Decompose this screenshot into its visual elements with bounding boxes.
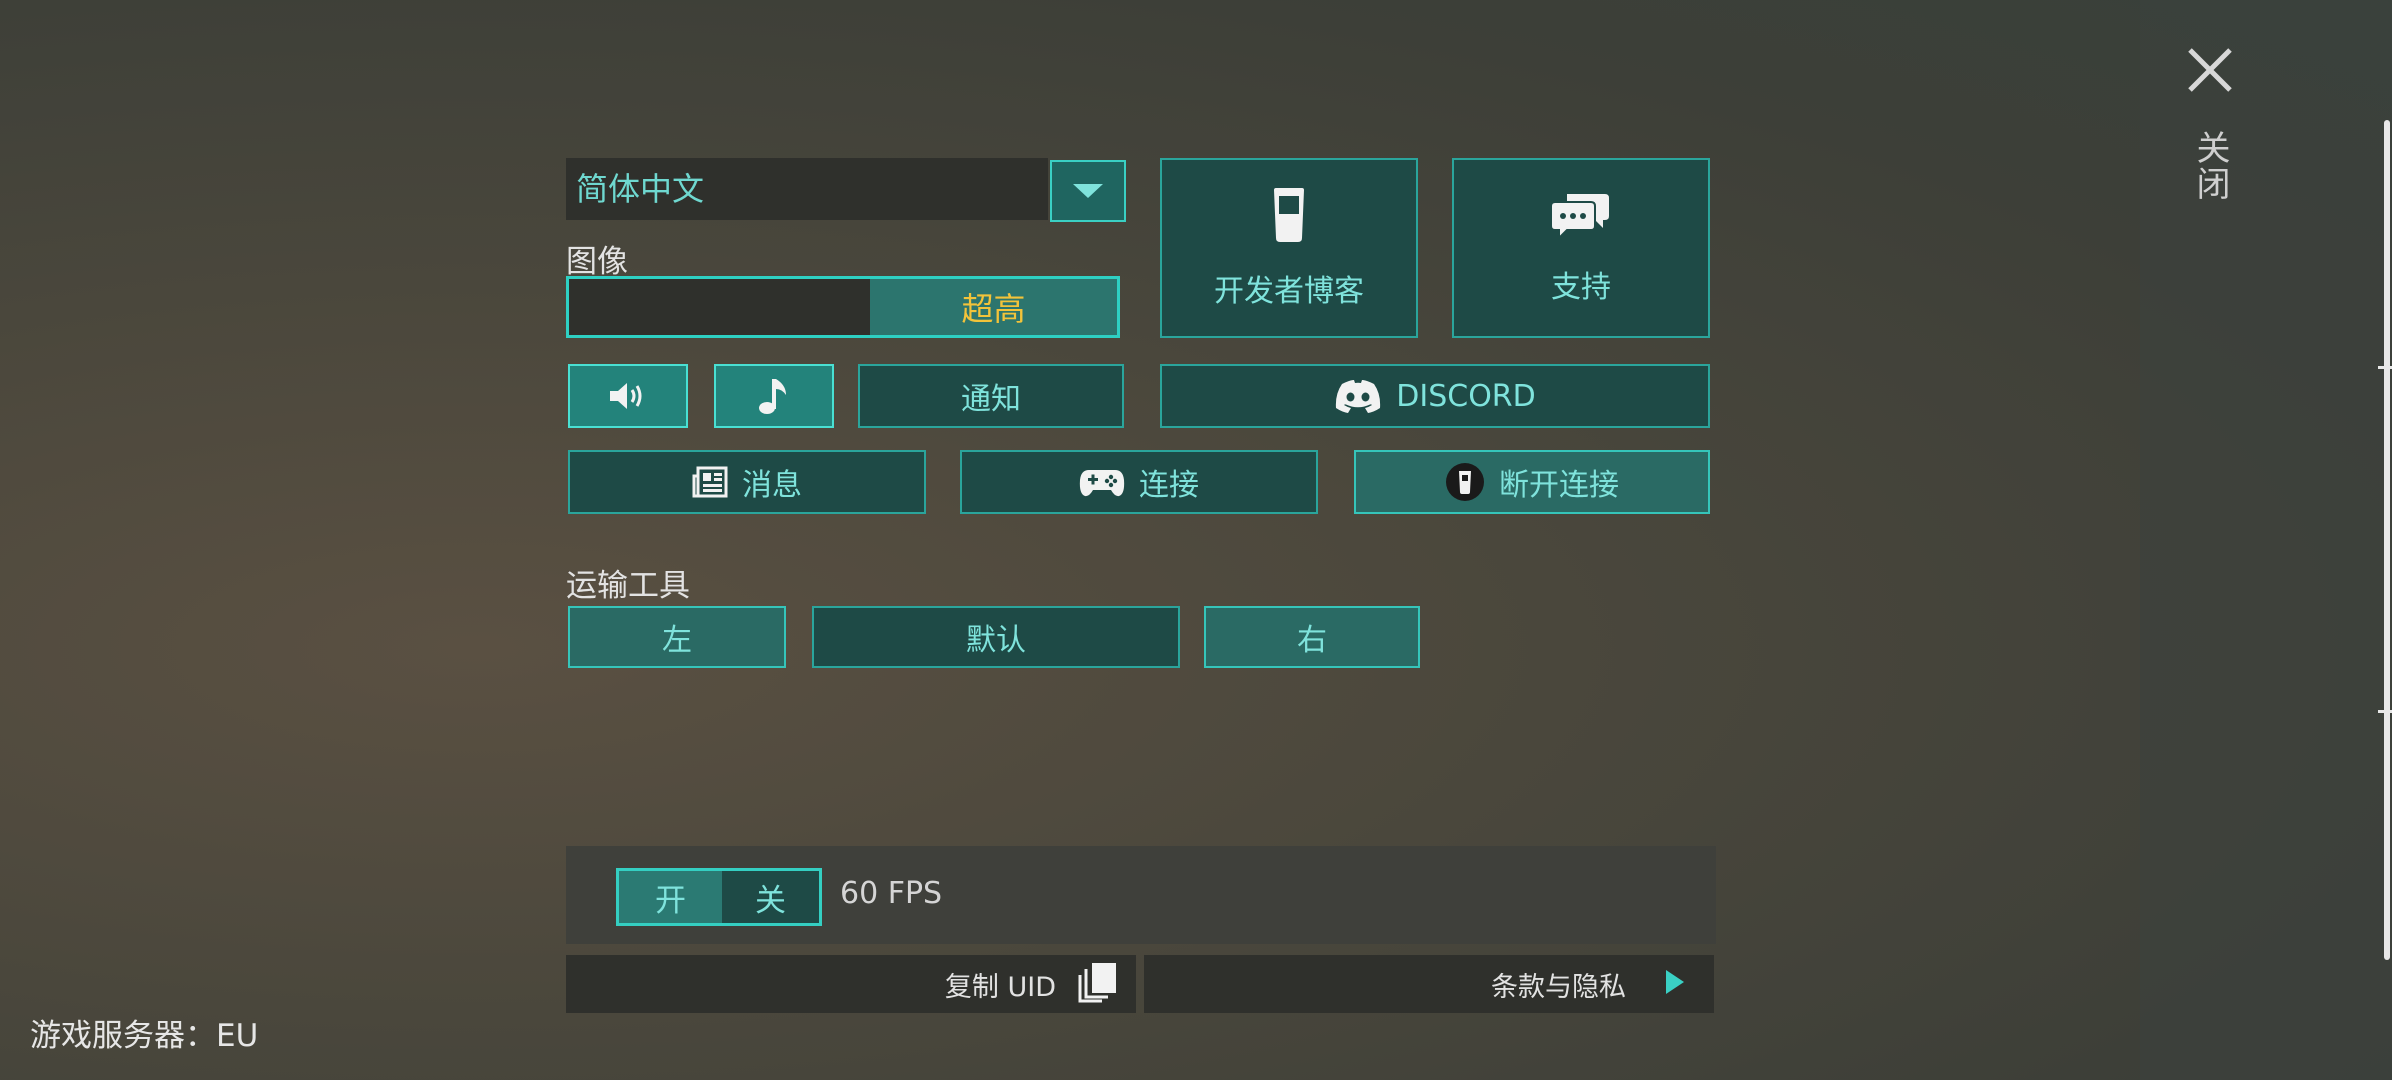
play-arrow-icon [1664, 968, 1686, 1000]
scrollbar-tick [2378, 366, 2392, 369]
connect-button[interactable]: 连接 [960, 450, 1318, 514]
speaker-icon [608, 381, 648, 411]
newspaper-icon [692, 466, 728, 498]
language-dropdown-button[interactable] [1050, 160, 1126, 222]
dev-blog-button[interactable]: 开发者博客 [1160, 158, 1418, 338]
disconnect-icon [1445, 462, 1485, 502]
close-label: 关闭 [2190, 130, 2230, 202]
support-button[interactable]: 支持 [1452, 158, 1710, 338]
vehicle-right-button[interactable]: 右 [1204, 606, 1420, 668]
graphics-quality-value[interactable]: 超高 [870, 279, 1117, 335]
fps-on-toggle[interactable]: 开 [616, 868, 722, 926]
news-button[interactable]: 消息 [568, 450, 926, 514]
phone-icon [1271, 186, 1307, 244]
fps-off-toggle[interactable]: 关 [722, 868, 822, 926]
music-note-icon [758, 377, 790, 415]
disconnect-label: 断开连接 [1499, 468, 1619, 503]
news-label: 消息 [742, 468, 802, 503]
music-toggle[interactable] [714, 364, 834, 428]
graphics-label: 图像 [566, 244, 628, 280]
vehicle-left-button[interactable]: 左 [568, 606, 786, 668]
sound-toggle[interactable] [568, 364, 688, 428]
disconnect-button[interactable]: 断开连接 [1354, 450, 1710, 514]
discord-label: DISCORD [1396, 378, 1536, 414]
dev-blog-label: 开发者博客 [1214, 274, 1364, 309]
scrollbar-tick [2378, 710, 2392, 713]
gamepad-icon [1079, 466, 1125, 498]
copy-icon [1076, 961, 1118, 1007]
copy-uid-label: 复制 UID [944, 971, 1056, 1003]
chevron-down-icon [1073, 184, 1103, 198]
notification-toggle[interactable]: 通知 [858, 364, 1124, 428]
terms-privacy-label: 条款与隐私 [1491, 971, 1626, 1003]
server-info: 游戏服务器：EU [30, 1018, 259, 1054]
scrollbar[interactable] [2384, 120, 2390, 960]
close-icon [2188, 48, 2232, 92]
language-select[interactable]: 简体中文 [566, 158, 1048, 220]
terms-privacy-button[interactable]: 条款与隐私 [1144, 955, 1714, 1013]
vehicle-label: 运输工具 [566, 568, 690, 604]
copy-uid-button[interactable]: 复制 UID [566, 955, 1136, 1013]
support-label: 支持 [1551, 270, 1611, 305]
close-button[interactable] [2184, 44, 2236, 96]
fps-label: 60 FPS [840, 876, 943, 911]
vehicle-default-button[interactable]: 默认 [812, 606, 1180, 668]
discord-button[interactable]: DISCORD [1160, 364, 1710, 428]
connect-label: 连接 [1139, 468, 1199, 503]
side-panel [2140, 0, 2392, 1080]
discord-icon [1334, 378, 1382, 414]
chat-icon [1551, 190, 1611, 240]
